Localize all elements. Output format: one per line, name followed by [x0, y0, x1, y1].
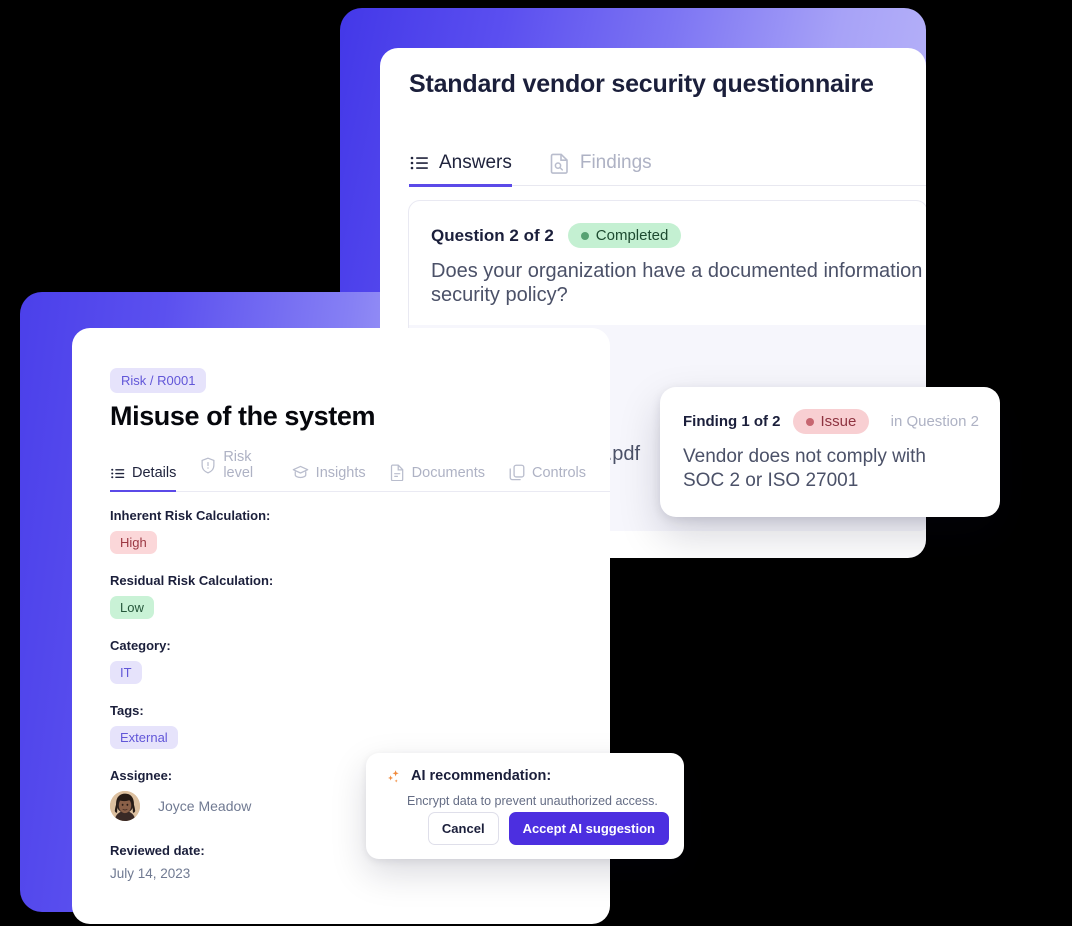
field-residual-risk: Residual Risk Calculation: Low: [110, 573, 530, 619]
finding-number: Finding 1 of 2: [683, 413, 781, 430]
tab-insights-label: Insights: [315, 465, 366, 481]
tab-documents-label: Documents: [411, 464, 485, 481]
questionnaire-tabs: Answers Findings: [409, 132, 926, 187]
status-badge-label: Issue: [820, 413, 857, 430]
question-number: Question 2 of 2: [431, 225, 554, 245]
question-meta: Question 2 of 2 Completed: [431, 223, 682, 248]
assignee-name: Joyce Meadow: [158, 798, 252, 814]
screenshot-stage: Standard vendor security questionnaire A…: [0, 0, 1072, 926]
ai-recommendation-title: AI recommendation:: [411, 768, 552, 784]
risk-tabs: Details Risk level Insights Documents Co…: [110, 449, 610, 492]
field-label: Category:: [110, 638, 171, 653]
field-label: Tags:: [110, 703, 144, 718]
document-search-icon: [550, 152, 570, 174]
tab-risk-level[interactable]: Risk level: [200, 449, 267, 491]
list-icon: [409, 153, 429, 173]
tag-category: IT: [110, 661, 142, 684]
tab-controls-label: Controls: [532, 464, 586, 481]
finding-header: Finding 1 of 2 Issue in Question 2: [683, 409, 979, 434]
page-title: Misuse of the system: [110, 401, 376, 431]
tab-answers-label: Answers: [439, 152, 512, 173]
breadcrumb[interactable]: Risk / R0001: [110, 368, 207, 393]
shield-alert-icon: [200, 457, 216, 474]
field-label: Inherent Risk Calculation:: [110, 508, 271, 523]
ai-recommendation-header: AI recommendation:: [386, 768, 551, 785]
finding-popup-card: Finding 1 of 2 Issue in Question 2 Vendo…: [660, 387, 1000, 517]
field-category: Category: IT: [110, 638, 530, 684]
avatar: [110, 791, 140, 821]
ai-recommendation-actions: Cancel Accept AI suggestion: [427, 812, 669, 845]
status-badge-label: Completed: [595, 227, 669, 244]
list-icon: [110, 466, 125, 481]
tab-insights[interactable]: Insights: [292, 465, 366, 491]
finding-context: in Question 2: [890, 413, 979, 430]
tab-answers[interactable]: Answers: [409, 152, 512, 187]
tag-inherent-risk: High: [110, 531, 157, 554]
sparkle-icon: [386, 769, 402, 785]
finding-text: Vendor does not comply with SOC 2 or ISO…: [683, 446, 926, 492]
reviewed-date-value: July 14, 2023: [110, 866, 191, 881]
status-badge-completed: Completed: [567, 223, 682, 248]
questionnaire-title: Standard vendor security questionnaire: [409, 70, 874, 98]
tab-details[interactable]: Details: [110, 465, 177, 492]
status-dot-icon: [580, 231, 589, 240]
tab-controls[interactable]: Controls: [509, 464, 586, 491]
cancel-button[interactable]: Cancel: [427, 812, 499, 845]
tab-documents[interactable]: Documents: [390, 464, 485, 491]
status-badge-issue: Issue: [792, 409, 870, 434]
accept-ai-suggestion-button[interactable]: Accept AI suggestion: [508, 812, 669, 845]
insights-icon: [292, 465, 309, 481]
field-inherent-risk: Inherent Risk Calculation: High: [110, 508, 530, 554]
ai-recommendation-description: Encrypt data to prevent unauthorized acc…: [407, 794, 658, 808]
status-dot-icon: [805, 417, 814, 426]
field-label: Residual Risk Calculation:: [110, 573, 274, 588]
copy-icon: [509, 464, 525, 481]
tab-findings-label: Findings: [579, 152, 652, 173]
tab-findings[interactable]: Findings: [550, 152, 652, 185]
tag-external: External: [110, 726, 178, 749]
field-tags: Tags: External: [110, 703, 530, 749]
question-text: Does your organization have a documented…: [431, 260, 923, 307]
tag-residual-risk: Low: [110, 596, 154, 619]
tab-details-label: Details: [132, 465, 177, 481]
ai-recommendation-card: AI recommendation: Encrypt data to preve…: [366, 753, 684, 859]
document-icon: [390, 464, 405, 481]
tab-risk-level-label: Risk level: [223, 449, 254, 481]
